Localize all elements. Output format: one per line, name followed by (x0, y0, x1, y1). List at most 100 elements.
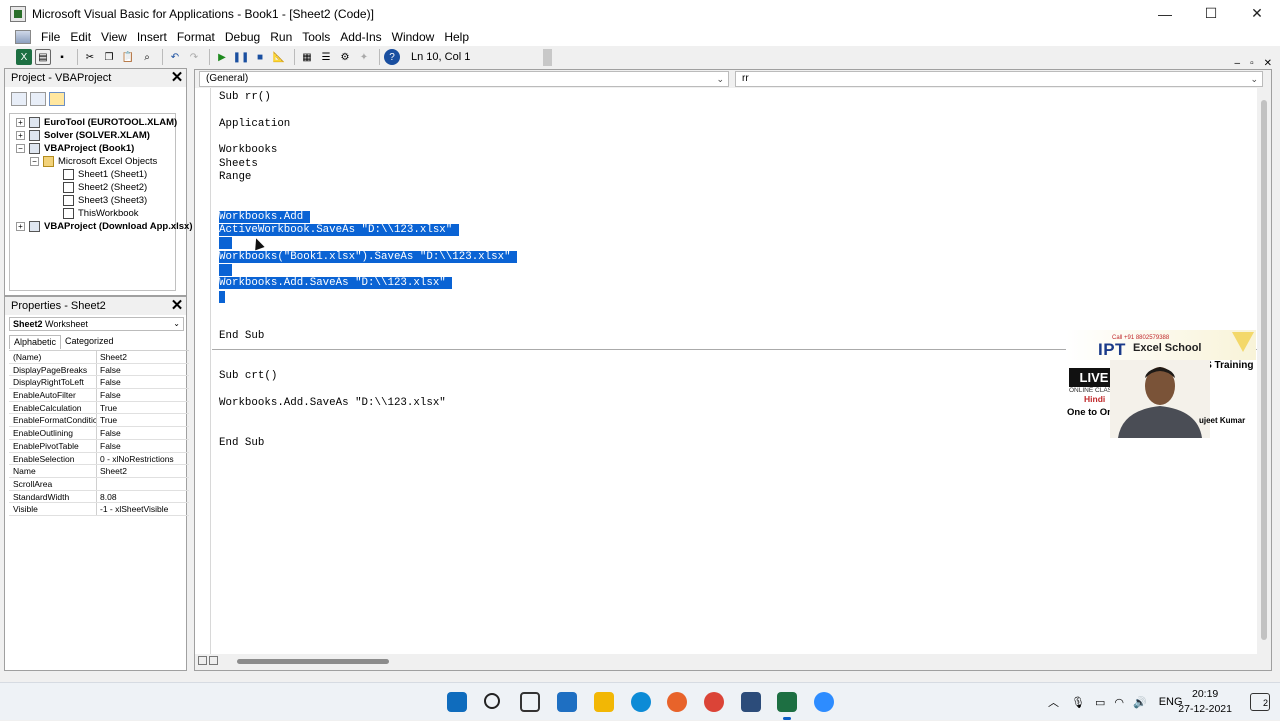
menu-tools[interactable]: Tools (297, 30, 335, 44)
code-line[interactable] (219, 290, 226, 304)
code-line[interactable]: Workbooks("Book1.xlsx").SaveAs "D:\\123.… (219, 250, 518, 264)
property-value[interactable]: -1 - xlSheetVisible (97, 503, 189, 515)
chrome-icon[interactable] (704, 692, 724, 712)
tab-alphabetic[interactable]: Alphabetic (9, 335, 62, 349)
property-value[interactable]: 0 - xlNoRestrictions (97, 453, 189, 465)
property-row[interactable]: DisplayPageBreaks False (9, 363, 189, 377)
menu-view[interactable]: View (96, 30, 132, 44)
tab-categorized[interactable]: Categorized (61, 335, 118, 349)
break-icon[interactable]: ❚❚ (233, 49, 250, 65)
global-icon[interactable] (741, 692, 761, 712)
reset-icon[interactable]: ■ (252, 49, 268, 65)
firefox-icon[interactable] (667, 692, 687, 712)
property-value[interactable]: False (97, 376, 189, 388)
toggle-folders-icon[interactable] (49, 92, 65, 106)
run-icon[interactable]: ▶ (214, 49, 230, 65)
menu-addins[interactable]: Add-Ins (335, 30, 386, 44)
tree-item-thisworkbook[interactable]: ThisWorkbook (63, 207, 139, 220)
menu-debug[interactable]: Debug (220, 30, 265, 44)
file-explorer-icon[interactable] (594, 692, 614, 712)
view-object-icon[interactable] (30, 92, 46, 106)
code-margin[interactable] (195, 88, 211, 655)
property-value[interactable] (97, 478, 189, 490)
vertical-scrollbar[interactable] (1257, 88, 1271, 655)
windows-start-icon[interactable] (447, 692, 467, 712)
object-combo[interactable]: (General) ⌄ (199, 71, 729, 87)
collapse-icon[interactable]: − (16, 144, 25, 153)
cut-icon[interactable]: ✂ (82, 49, 98, 65)
chevron-up-icon[interactable]: ︿ (1048, 694, 1059, 710)
scroll-thumb[interactable] (1261, 100, 1267, 640)
project-explorer-icon[interactable]: ▦ (299, 49, 315, 65)
code-line[interactable]: End Sub (219, 330, 264, 343)
code-line[interactable] (219, 237, 232, 250)
full-module-view-icon[interactable] (209, 656, 218, 665)
wifi-icon[interactable]: ◠ (1114, 696, 1124, 709)
expand-icon[interactable]: + (16, 131, 25, 140)
insert-module-icon[interactable]: ▤ (35, 49, 51, 65)
project-close-icon[interactable]: ✕ (169, 70, 185, 86)
help-icon[interactable]: ? (384, 49, 400, 65)
property-value[interactable]: False (97, 440, 189, 452)
property-row[interactable]: (Name) Sheet2 (9, 351, 189, 364)
undo-icon[interactable]: ↶ (167, 49, 183, 65)
properties-icon[interactable]: ☰ (318, 49, 334, 65)
code-line[interactable]: Workbooks.Add (219, 210, 310, 224)
code-line[interactable]: Sheets (219, 158, 258, 171)
toolbox-icon[interactable]: ✦ (356, 49, 372, 65)
battery-icon[interactable]: ▭ (1095, 696, 1105, 709)
toolbar-grip[interactable] (543, 49, 552, 66)
paste-icon[interactable]: 📋 (120, 49, 136, 65)
minimize-button[interactable]: — (1142, 0, 1188, 27)
vba-menu-icon[interactable] (15, 29, 31, 44)
property-row[interactable]: EnableCalculation True (9, 401, 189, 415)
code-line[interactable]: Sub rr() (219, 91, 271, 104)
code-line[interactable] (219, 263, 232, 277)
menu-file[interactable]: File (36, 30, 65, 44)
excel-icon[interactable]: X (16, 49, 32, 65)
scroll-thumb[interactable] (237, 659, 389, 664)
menu-edit[interactable]: Edit (65, 30, 96, 44)
tree-item-sheet2[interactable]: Sheet2 (Sheet2) (63, 181, 147, 194)
procedure-combo[interactable]: rr ⌄ (735, 71, 1263, 87)
code-line[interactable]: ActiveWorkbook.SaveAs "D:\\123.xlsx" (219, 224, 459, 237)
code-line[interactable]: Range (219, 171, 251, 184)
property-row[interactable]: EnableFormatConditionsTrue (9, 414, 189, 428)
property-row[interactable]: DisplayRightToLeft False (9, 376, 189, 390)
volume-icon[interactable]: 🔊 (1133, 696, 1147, 709)
menu-help[interactable]: Help (439, 30, 474, 44)
code-line[interactable]: End Sub (219, 437, 264, 450)
menu-insert[interactable]: Insert (132, 30, 172, 44)
collapse-icon[interactable]: − (30, 157, 39, 166)
property-row[interactable]: Visible -1 - xlSheetVisible (9, 503, 189, 516)
widgets-icon[interactable] (557, 692, 577, 712)
code-line[interactable]: Application (219, 118, 290, 131)
tree-item-sheet3[interactable]: Sheet3 (Sheet3) (63, 194, 147, 207)
property-row[interactable]: EnableSelection 0 - xlNoRestrictions (9, 452, 189, 466)
code-line[interactable]: Workbooks (219, 144, 277, 157)
property-row[interactable]: EnableAutoFilter False (9, 389, 189, 402)
excel-icon[interactable] (777, 692, 797, 712)
menu-format[interactable]: Format (172, 30, 220, 44)
horizontal-scrollbar[interactable] (195, 654, 1271, 670)
search-icon[interactable] (484, 693, 500, 709)
property-row[interactable]: EnableOutlining False (9, 427, 189, 440)
tree-item-excel-objects[interactable]: − Microsoft Excel Objects (30, 155, 157, 168)
tree-item-solver[interactable]: + Solver (SOLVER.XLAM) (16, 129, 150, 142)
properties-close-icon[interactable]: ✕ (169, 298, 185, 314)
tree-item-download-app[interactable]: + VBAProject (Download App.xlsx) (16, 220, 193, 233)
find-icon[interactable]: ⌕ (139, 49, 155, 65)
task-view-icon[interactable] (520, 692, 540, 712)
menu-window[interactable]: Window (387, 30, 440, 44)
property-value[interactable]: True (97, 402, 189, 414)
tree-item-sheet1[interactable]: Sheet1 (Sheet1) (63, 168, 147, 181)
microphone-icon[interactable]: 🎙 (1071, 696, 1085, 709)
copy-icon[interactable]: ❐ (101, 49, 117, 65)
tree-item-eurotool[interactable]: + EuroTool (EUROTOOL.XLAM) (16, 116, 177, 129)
maximize-button[interactable]: ☐ (1188, 0, 1234, 27)
menu-run[interactable]: Run (265, 30, 297, 44)
object-browser-icon[interactable]: ⚙ (337, 49, 353, 65)
save-icon[interactable]: ▪ (54, 49, 70, 65)
edge-icon[interactable] (631, 692, 651, 712)
close-button[interactable]: ✕ (1234, 0, 1280, 27)
